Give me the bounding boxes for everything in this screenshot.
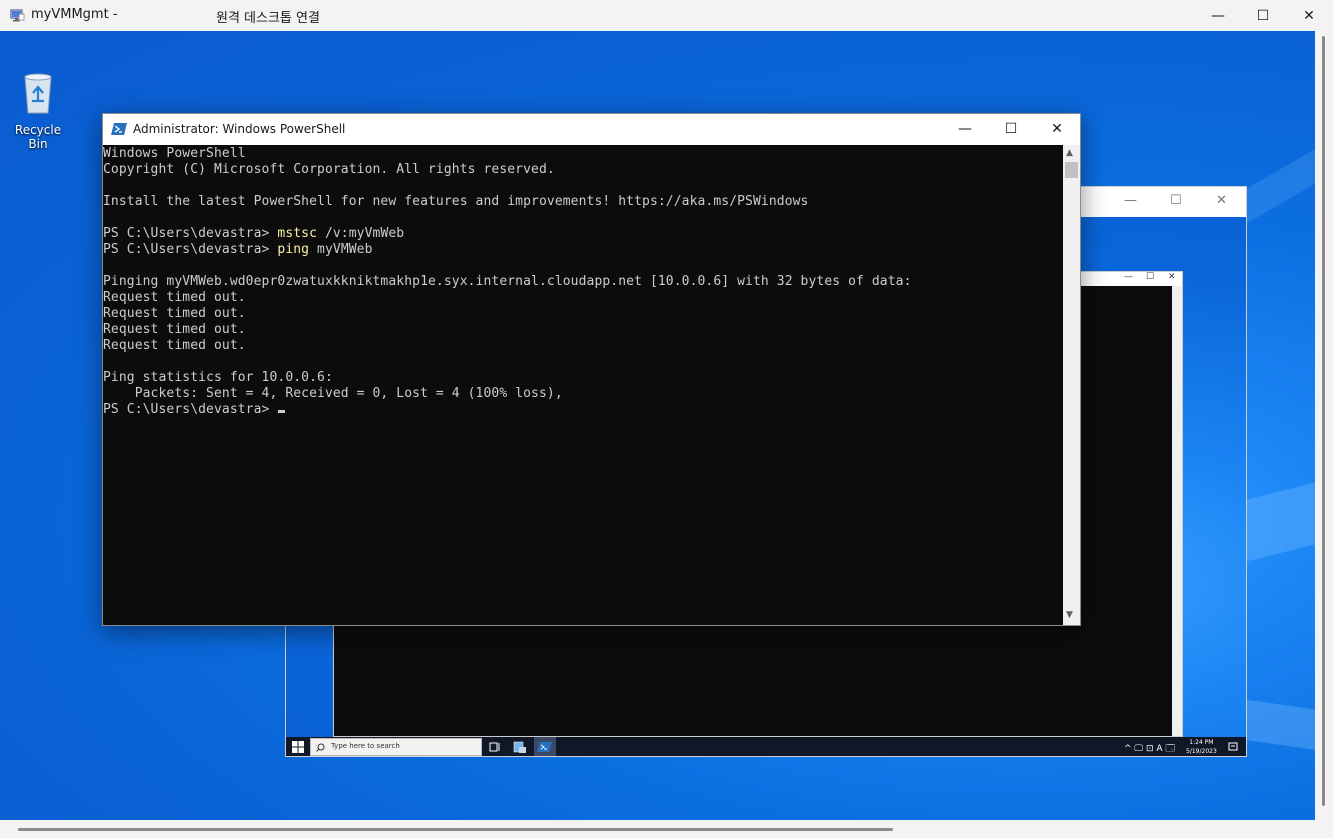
scroll-down-icon[interactable]: ▼ [1066,610,1073,620]
taskbar-search-box[interactable]: Type here to search [310,738,482,756]
console-line: Ping statistics for 10.0.0.6: [103,370,333,385]
task-view-icon[interactable] [487,739,503,755]
maximize-icon: ☐ [1256,7,1270,24]
powershell-scroll-thumb[interactable] [1065,162,1078,178]
search-icon [316,743,325,752]
system-tray[interactable]: ^ 🖵 ⊡ A 🗔 [1124,741,1175,756]
console-line: PS C:\Users\devastra> mstsc /v:myVmWeb [103,226,1063,242]
nested-console-scrollbar[interactable] [1172,286,1182,736]
console-line: PS C:\Users\devastra> [103,402,1063,418]
clock-time: 1:24 PM [1189,739,1214,746]
powershell-icon [537,742,552,752]
nested-console-maximize[interactable]: ☐ [1146,272,1154,282]
powershell-window[interactable]: Administrator: Windows PowerShell — ☐ ✕ … [102,113,1081,626]
console-prompt: PS C:\Users\devastra> [103,226,278,241]
console-line: Request timed out. [103,322,246,337]
console-prompt: PS C:\Users\devastra> [103,242,278,257]
recycle-bin-label: Recycle Bin [14,123,62,151]
rdp-close-button[interactable]: ✕ [1286,0,1332,31]
taskbar-search-placeholder: Type here to search [331,742,400,750]
console-line: PS C:\Users\devastra> ping myVMWeb [103,242,1063,258]
console-command-args: myVMWeb [309,242,373,257]
console-line: Pinging myVMWeb.wd0epr0zwatuxkkniktmakhp… [103,274,912,289]
rdp-horizontal-scroll-thumb[interactable] [18,828,893,831]
scroll-up-icon[interactable]: ▲ [1066,148,1073,158]
rdp-maximize-button[interactable]: ☐ [1240,0,1286,31]
powershell-window-title: Administrator: Windows PowerShell [133,122,346,136]
clock-date: 5/19/2023 [1186,748,1217,755]
rdp-minimize-button[interactable]: — [1195,0,1241,31]
powershell-scrollbar[interactable] [1063,145,1080,625]
console-line: Packets: Sent = 4, Received = 0, Lost = … [103,386,563,401]
powershell-maximize-button[interactable]: ☐ [988,114,1034,144]
console-line: Request timed out. [103,338,246,353]
maximize-icon: ☐ [1004,121,1018,137]
rdp-window-title: myVMMgmt - [31,7,118,22]
console-line: Request timed out. [103,290,246,305]
recycle-bin-shortcut[interactable]: Recycle Bin [6,71,70,151]
console-line: Copyright (C) Microsoft Corporation. All… [103,162,555,177]
powershell-title-bar[interactable]: Administrator: Windows PowerShell — ☐ ✕ [103,114,1080,145]
nested-console-close[interactable]: ✕ [1168,272,1176,282]
rdp-window-subtitle: 원격 데스크톱 연결 [216,11,320,26]
powershell-icon [111,123,127,135]
console-line: Windows PowerShell [103,146,246,161]
console-command-args: /v:myVmWeb [317,226,405,241]
remote-desktop-icon [10,9,25,22]
rdp-vertical-scroll-thumb[interactable] [1322,36,1325,806]
powershell-close-button[interactable]: ✕ [1034,114,1080,144]
console-line: Request timed out. [103,306,246,321]
nested-maximize-button[interactable]: ☐ [1170,193,1182,208]
nested-minimize-button[interactable]: — [1124,193,1137,208]
console-line: Install the latest PowerShell for new fe… [103,194,809,209]
close-icon: ✕ [1051,121,1063,137]
console-prompt: PS C:\Users\devastra> [103,402,278,417]
minimize-icon: — [958,121,972,137]
nested-console-minimize[interactable]: — [1124,272,1133,282]
nested-close-button[interactable]: ✕ [1216,193,1227,208]
console-command: mstsc [277,226,318,241]
close-icon: ✕ [1303,7,1315,24]
text-cursor [278,410,286,413]
server-manager-icon[interactable] [512,739,528,755]
nested-taskbar: Type here to search ^ 🖵 ⊡ A 🗔 1:24 PM 5/… [286,737,1246,756]
powershell-minimize-button[interactable]: — [942,114,988,144]
notification-icon[interactable] [1228,742,1238,752]
minimize-icon: — [1211,7,1225,24]
recycle-bin-icon [24,73,52,114]
taskbar-clock[interactable]: 1:24 PM 5/19/2023 [1186,738,1217,756]
windows-start-icon[interactable] [292,741,304,753]
taskbar-powershell-active[interactable] [534,737,556,756]
console-command: ping [277,242,310,257]
rdp-title-bar: myVMMgmt - 원격 데스크톱 연결 — ☐ ✕ [0,0,1333,31]
powershell-console[interactable]: Windows PowerShell Copyright (C) Microsof… [103,145,1063,625]
